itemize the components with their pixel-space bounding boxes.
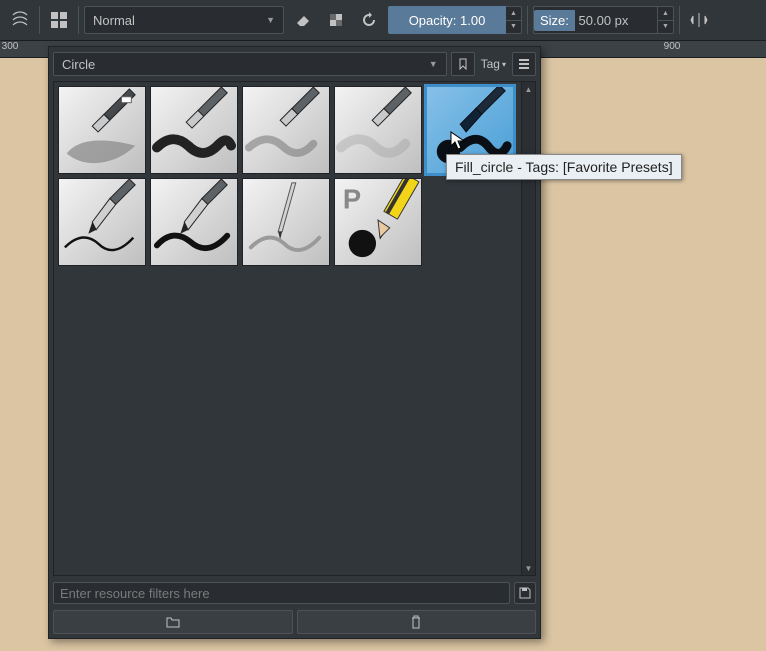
alpha-lock-button[interactable] <box>322 6 350 34</box>
opacity-value: 1.00 <box>460 13 485 28</box>
blend-mode-label: Normal <box>93 13 135 28</box>
tag-menu-button[interactable]: Tag ▾ <box>479 57 508 71</box>
bookmark-button[interactable] <box>451 52 475 76</box>
scroll-down-button[interactable]: ▼ <box>522 561 535 575</box>
opacity-label: Opacity: <box>409 13 457 28</box>
tag-filter-combo[interactable]: Circle ▼ <box>53 52 447 76</box>
tag-menu-label: Tag <box>481 57 500 71</box>
ruler-tick: 900 <box>664 41 681 52</box>
opacity-spinner[interactable]: Opacity: 1.00 ▲▼ <box>388 6 522 34</box>
brush-engine-icon[interactable] <box>6 6 34 34</box>
tag-filter-label: Circle <box>62 57 95 72</box>
svg-text:P: P <box>343 183 361 214</box>
docker-top-row: Circle ▼ Tag ▾ <box>53 51 536 77</box>
opacity-stepper-arrows[interactable]: ▲▼ <box>506 6 522 34</box>
preset-curve_smooth[interactable] <box>242 86 330 174</box>
ruler-tick: 300 <box>2 41 19 52</box>
chevron-down-icon: ▼ <box>266 15 275 25</box>
top-toolbar: Normal ▼ Opacity: 1.00 ▲▼ Size: 50.00 px… <box>0 0 766 41</box>
resource-filter-input[interactable] <box>53 582 510 604</box>
view-mode-button[interactable] <box>512 52 536 76</box>
preset-pencil_2b[interactable]: P <box>334 178 422 266</box>
size-label: Size: <box>534 10 575 31</box>
docker-bottom-row <box>53 610 536 634</box>
eraser-toggle-button[interactable] <box>289 6 317 34</box>
preset-tooltip: Fill_circle - Tags: [Favorite Presets] <box>446 154 682 180</box>
preset-airbrush_pressure[interactable] <box>58 86 146 174</box>
chevron-down-icon: ▾ <box>502 60 506 69</box>
preset-ink_brush[interactable] <box>150 178 238 266</box>
save-filter-button[interactable] <box>514 582 536 604</box>
preset-docker: Circle ▼ Tag ▾ P ▲ ▼ <box>48 46 541 639</box>
size-spinner[interactable]: Size: 50.00 px ▲▼ <box>533 6 674 34</box>
size-value: 50.00 px <box>579 13 629 28</box>
preset-pen_tool[interactable] <box>242 178 330 266</box>
delete-preset-button[interactable] <box>297 610 537 634</box>
preset-chooser-icon[interactable] <box>45 6 73 34</box>
filter-row <box>53 580 536 606</box>
chevron-down-icon: ▼ <box>429 59 438 69</box>
preset-ink_standard[interactable] <box>58 178 146 266</box>
open-preset-button[interactable] <box>53 610 293 634</box>
reload-preset-button[interactable] <box>355 6 383 34</box>
size-stepper-arrows[interactable]: ▲▼ <box>658 6 674 34</box>
preset-bristles_hairy[interactable] <box>150 86 238 174</box>
preset-curve_smooth_soft[interactable] <box>334 86 422 174</box>
scroll-up-button[interactable]: ▲ <box>522 82 535 96</box>
mirror-h-button[interactable] <box>685 6 713 34</box>
blend-mode-combo[interactable]: Normal ▼ <box>84 6 284 34</box>
